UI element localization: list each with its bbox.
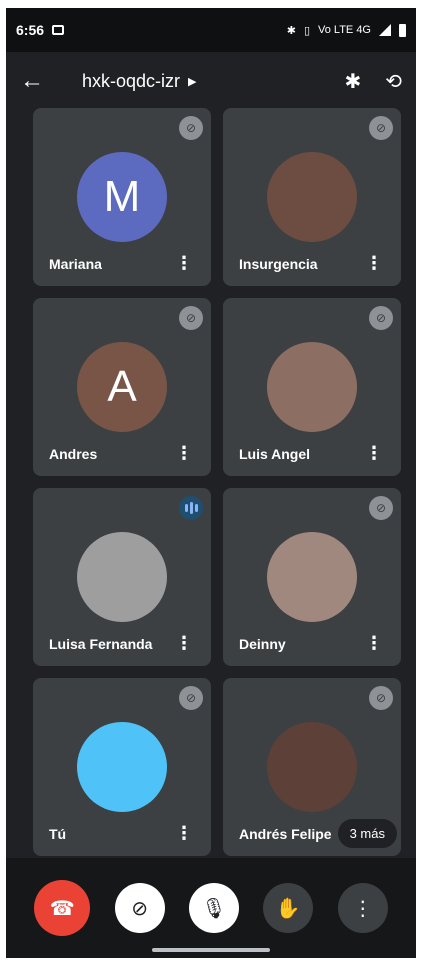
participant-tile[interactable]: ⊘ Deinny ⋮ xyxy=(223,488,401,666)
arrow-left-icon[interactable]: ← xyxy=(20,67,60,95)
avatar xyxy=(267,342,357,432)
participant-tile[interactable]: ⊘ Insurgencia ⋮ xyxy=(223,108,401,286)
participant-tile[interactable]: ⊘ Andrés Felipe 3 más xyxy=(223,678,401,856)
participant-name: Tú xyxy=(49,826,67,842)
mic-muted-icon: ⊘ xyxy=(369,686,393,710)
participant-menu-icon[interactable]: ⋮ xyxy=(175,443,193,464)
signal-icon xyxy=(379,24,391,36)
bluetooth-icon[interactable]: ✱ xyxy=(344,69,361,94)
status-right: ✱ ▯ Vo LTE 4G xyxy=(286,23,406,37)
participant-menu-icon[interactable]: ⋮ xyxy=(365,443,383,464)
meeting-code[interactable]: hxk-oqdc-izr xyxy=(82,71,180,92)
mic-toggle-button[interactable]: 🎙 xyxy=(188,883,239,933)
battery-icon xyxy=(399,23,406,37)
end-call-icon: ☎ xyxy=(49,897,75,920)
mic-muted-icon: ⊘ xyxy=(179,686,203,710)
camera-off-icon: ⊘ xyxy=(131,897,148,920)
participant-name: Insurgencia xyxy=(239,256,318,272)
avatar: A xyxy=(77,342,167,432)
status-time: 6:56 xyxy=(16,22,45,38)
avatar xyxy=(77,722,167,812)
mic-off-icon: 🎙 xyxy=(201,897,227,920)
participant-tile[interactable]: ⊘ Luis Angel ⋮ xyxy=(223,298,401,476)
bluetooth-status-icon: ✱ xyxy=(286,24,296,37)
participant-tile[interactable]: ⊘ Tú ⋮ xyxy=(33,678,211,856)
participant-menu-icon[interactable]: ⋮ xyxy=(365,253,383,274)
mic-muted-icon: ⊘ xyxy=(369,496,393,520)
more-participants-pill[interactable]: 3 más xyxy=(337,819,397,848)
avatar: M xyxy=(77,152,167,242)
participant-tile[interactable]: A ⊘ Andres ⋮ xyxy=(33,298,211,476)
network-label: Vo LTE 4G xyxy=(318,24,371,36)
mic-muted-icon: ⊘ xyxy=(179,306,203,330)
mic-muted-icon: ⊘ xyxy=(369,116,393,140)
mic-muted-icon: ⊘ xyxy=(179,116,203,140)
more-options-button[interactable]: ⋮ xyxy=(337,883,388,933)
raise-hand-icon: ✋ xyxy=(275,897,301,920)
meeting-header: ← hxk-oqdc-izr ▶ ✱ ⟲ xyxy=(6,52,416,110)
mic-muted-icon: ⊘ xyxy=(369,306,393,330)
call-controls: ☎ ⊘ 🎙 ✋ ⋮ xyxy=(6,858,416,958)
participant-name: Luisa Fernanda xyxy=(49,636,153,652)
camera-toggle-button[interactable]: ⊘ xyxy=(114,883,165,933)
participant-tile[interactable]: Luisa Fernanda ⋮ xyxy=(33,488,211,666)
header-actions: ✱ ⟲ xyxy=(344,69,402,94)
participant-name: Andrés Felipe xyxy=(239,826,332,842)
end-call-button[interactable]: ☎ xyxy=(34,880,91,936)
screen-record-icon xyxy=(52,25,65,35)
participant-name: Deinny xyxy=(239,636,286,652)
raise-hand-button[interactable]: ✋ xyxy=(263,883,314,933)
participant-menu-icon[interactable]: ⋮ xyxy=(175,823,193,844)
participant-grid: M ⊘ Mariana ⋮ ⊘ Insurgencia ⋮ A ⊘ Andres ⋮ ⊘ Luis An… xyxy=(33,108,403,856)
avatar xyxy=(267,722,357,812)
avatar xyxy=(77,532,167,622)
status-bar: 6:56 ✱ ▯ Vo LTE 4G xyxy=(6,8,416,52)
avatar xyxy=(267,532,357,622)
participant-name: Luis Angel xyxy=(239,446,311,462)
more-icon: ⋮ xyxy=(352,897,373,920)
participant-menu-icon[interactable]: ⋮ xyxy=(175,253,193,274)
vibrate-icon: ▯ xyxy=(303,24,310,37)
participant-tile[interactable]: M ⊘ Mariana ⋮ xyxy=(33,108,211,286)
avatar xyxy=(267,152,357,242)
phone-screen: 6:56 ✱ ▯ Vo LTE 4G ← hxk-oqdc-izr ▶ ✱ ⟲ … xyxy=(6,8,416,958)
gesture-bar[interactable] xyxy=(152,948,270,952)
participant-menu-icon[interactable]: ⋮ xyxy=(365,633,383,654)
switch-camera-icon[interactable]: ⟲ xyxy=(385,69,402,94)
speaking-icon xyxy=(179,496,203,520)
participant-name: Mariana xyxy=(49,256,102,272)
participant-name: Andres xyxy=(49,446,98,462)
chevron-right-icon[interactable]: ▶ xyxy=(188,75,196,88)
participant-menu-icon[interactable]: ⋮ xyxy=(175,633,193,654)
